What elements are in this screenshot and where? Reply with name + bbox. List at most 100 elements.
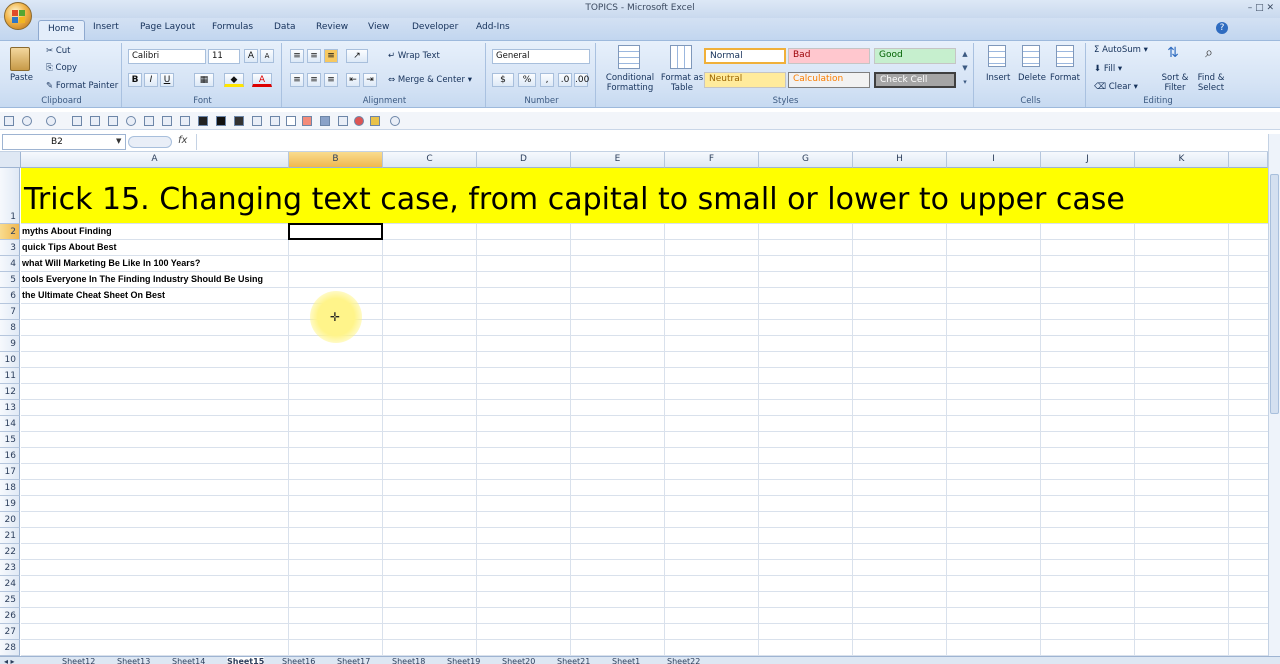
formula-pill-icon[interactable] xyxy=(128,136,172,148)
tab-view[interactable]: View xyxy=(368,22,389,32)
orientation-icon[interactable]: ↗ xyxy=(346,49,368,63)
align-bottom-icon[interactable]: ≡ xyxy=(324,49,338,63)
worksheet-grid[interactable]: ABCDEFGHIJK 1 2 3 4 5 6 7 8 9 10 11 12 13 14 15 16 17 18 1… xyxy=(0,152,1268,660)
row-header-18[interactable]: 18 xyxy=(0,480,20,496)
style-bad[interactable]: Bad xyxy=(788,48,870,64)
org-chart-icon[interactable] xyxy=(162,116,172,126)
black-box-icon[interactable] xyxy=(216,116,226,126)
save-icon[interactable] xyxy=(4,116,14,126)
styles-scroll-icon[interactable]: ▲ ▼ ▾ xyxy=(960,47,970,91)
row-header-14[interactable]: 14 xyxy=(0,416,20,432)
column-header-f[interactable]: F xyxy=(665,152,759,168)
cell-a6[interactable]: the Ultimate Cheat Sheet On Best xyxy=(22,290,165,300)
underline-button[interactable]: U xyxy=(160,73,174,87)
format-as-table-icon[interactable] xyxy=(670,45,692,69)
autosum-button[interactable]: Σ AutoSum ▾ xyxy=(1094,45,1148,55)
row-header-20[interactable]: 20 xyxy=(0,512,20,528)
row-header-4[interactable]: 4 xyxy=(0,256,20,272)
row-header-8[interactable]: 8 xyxy=(0,320,20,336)
insert-cells-icon[interactable] xyxy=(988,45,1006,67)
comma-button[interactable]: , xyxy=(540,73,554,87)
sheet-tab-sheet20[interactable]: Sheet20 xyxy=(502,657,535,664)
insert-cells-button[interactable]: Insert xyxy=(986,73,1010,83)
fx-icon[interactable]: fx xyxy=(178,135,187,146)
org-chart-icon[interactable] xyxy=(72,116,82,126)
sheet-tab-sheet21[interactable]: Sheet21 xyxy=(557,657,590,664)
selected-cell-b2[interactable] xyxy=(288,223,383,240)
format-cells-icon[interactable] xyxy=(1056,45,1074,67)
sheet-tab-sheet1[interactable]: Sheet1 xyxy=(612,657,640,664)
increase-decimal-icon[interactable]: .0 xyxy=(558,73,572,87)
binoculars-icon[interactable]: ⌕ xyxy=(1200,45,1218,67)
italic-button[interactable]: I xyxy=(144,73,158,87)
row-header-16[interactable]: 16 xyxy=(0,448,20,464)
sort-filter-icon[interactable]: ⇅ xyxy=(1164,45,1182,67)
column-header-b[interactable]: B xyxy=(289,152,383,168)
cell-a5[interactable]: tools Everyone In The Finding Industry S… xyxy=(22,274,263,284)
paste-icon[interactable] xyxy=(10,47,30,71)
delete-cells-button[interactable]: Delete xyxy=(1018,73,1046,83)
sheet-tab-sheet16[interactable]: Sheet16 xyxy=(282,657,315,664)
row-header-28[interactable]: 28 xyxy=(0,640,20,656)
name-box-dropdown-icon[interactable]: ▼ xyxy=(116,137,121,145)
row-header-26[interactable]: 26 xyxy=(0,608,20,624)
copy-icon[interactable] xyxy=(252,116,262,126)
column-header-c[interactable]: C xyxy=(383,152,477,168)
window-controls[interactable]: – □ ✕ xyxy=(1224,3,1274,15)
style-good[interactable]: Good xyxy=(874,48,956,64)
copy-button[interactable]: ⎘ Copy xyxy=(46,63,77,73)
scroll-thumb[interactable] xyxy=(1270,174,1279,414)
align-left-icon[interactable]: ≡ xyxy=(290,73,304,87)
font-name-select[interactable]: Calibri xyxy=(128,49,206,64)
row-header-27[interactable]: 27 xyxy=(0,624,20,640)
row-header-6[interactable]: 6 xyxy=(0,288,20,304)
percent-button[interactable]: % xyxy=(518,73,536,87)
row-header-7[interactable]: 7 xyxy=(0,304,20,320)
org-chart-icon[interactable] xyxy=(338,116,348,126)
undo-icon[interactable] xyxy=(22,116,32,126)
help-icon[interactable]: ? xyxy=(1216,22,1228,34)
style-neutral[interactable]: Neutral xyxy=(704,72,786,88)
align-middle-icon[interactable]: ≡ xyxy=(307,49,321,63)
delete-cells-icon[interactable] xyxy=(1022,45,1040,67)
name-box[interactable]: B2 xyxy=(2,134,126,150)
row-header-15[interactable]: 15 xyxy=(0,432,20,448)
wrap-text-button[interactable]: ↵ Wrap Text xyxy=(388,51,440,61)
circle-arrow-icon[interactable] xyxy=(126,116,136,126)
currency-button[interactable]: $ xyxy=(492,73,514,87)
align-top-icon[interactable]: ≡ xyxy=(290,49,304,63)
fill-color-icon[interactable]: ◆ xyxy=(224,73,244,87)
tab-insert[interactable]: Insert xyxy=(93,22,119,32)
select-all-corner[interactable] xyxy=(0,152,21,168)
borders-icon[interactable]: ▦ xyxy=(194,73,214,87)
office-button[interactable] xyxy=(4,2,32,30)
bold-button[interactable]: B xyxy=(128,73,142,87)
tab-data[interactable]: Data xyxy=(274,22,296,32)
row-header-2[interactable]: 2 xyxy=(0,224,20,240)
vertical-scrollbar[interactable] xyxy=(1268,134,1280,660)
fill-button[interactable]: ⬇ Fill ▾ xyxy=(1094,64,1122,74)
headline-text[interactable]: Trick 15. Changing text case, from capit… xyxy=(24,182,1125,217)
find-select-button[interactable]: Find & Select xyxy=(1194,73,1228,93)
sheet-tab-sheet19[interactable]: Sheet19 xyxy=(447,657,480,664)
org-chart-icon[interactable] xyxy=(180,116,190,126)
gear-icon[interactable] xyxy=(370,116,380,126)
font-color-icon[interactable]: A xyxy=(252,73,272,87)
column-header-k[interactable]: K xyxy=(1135,152,1229,168)
red-circle-icon[interactable] xyxy=(354,116,364,126)
row-header-12[interactable]: 12 xyxy=(0,384,20,400)
column-header-d[interactable]: D xyxy=(477,152,571,168)
red-box-icon[interactable] xyxy=(302,116,312,126)
white-box-icon[interactable] xyxy=(286,116,296,126)
column-header-i[interactable]: I xyxy=(947,152,1041,168)
grow-font-button[interactable]: A xyxy=(244,49,258,63)
conditional-formatting-icon[interactable] xyxy=(618,45,640,69)
sheet-tab-sheet17[interactable]: Sheet17 xyxy=(337,657,370,664)
row-header-10[interactable]: 10 xyxy=(0,352,20,368)
tab-add-ins[interactable]: Add-Ins xyxy=(476,22,510,32)
merge-center-button[interactable]: ⇔ Merge & Center ▾ xyxy=(388,75,472,85)
row-header-25[interactable]: 25 xyxy=(0,592,20,608)
column-header-g[interactable]: G xyxy=(759,152,853,168)
align-right-icon[interactable]: ≡ xyxy=(324,73,338,87)
tab-home[interactable]: Home xyxy=(38,20,85,40)
